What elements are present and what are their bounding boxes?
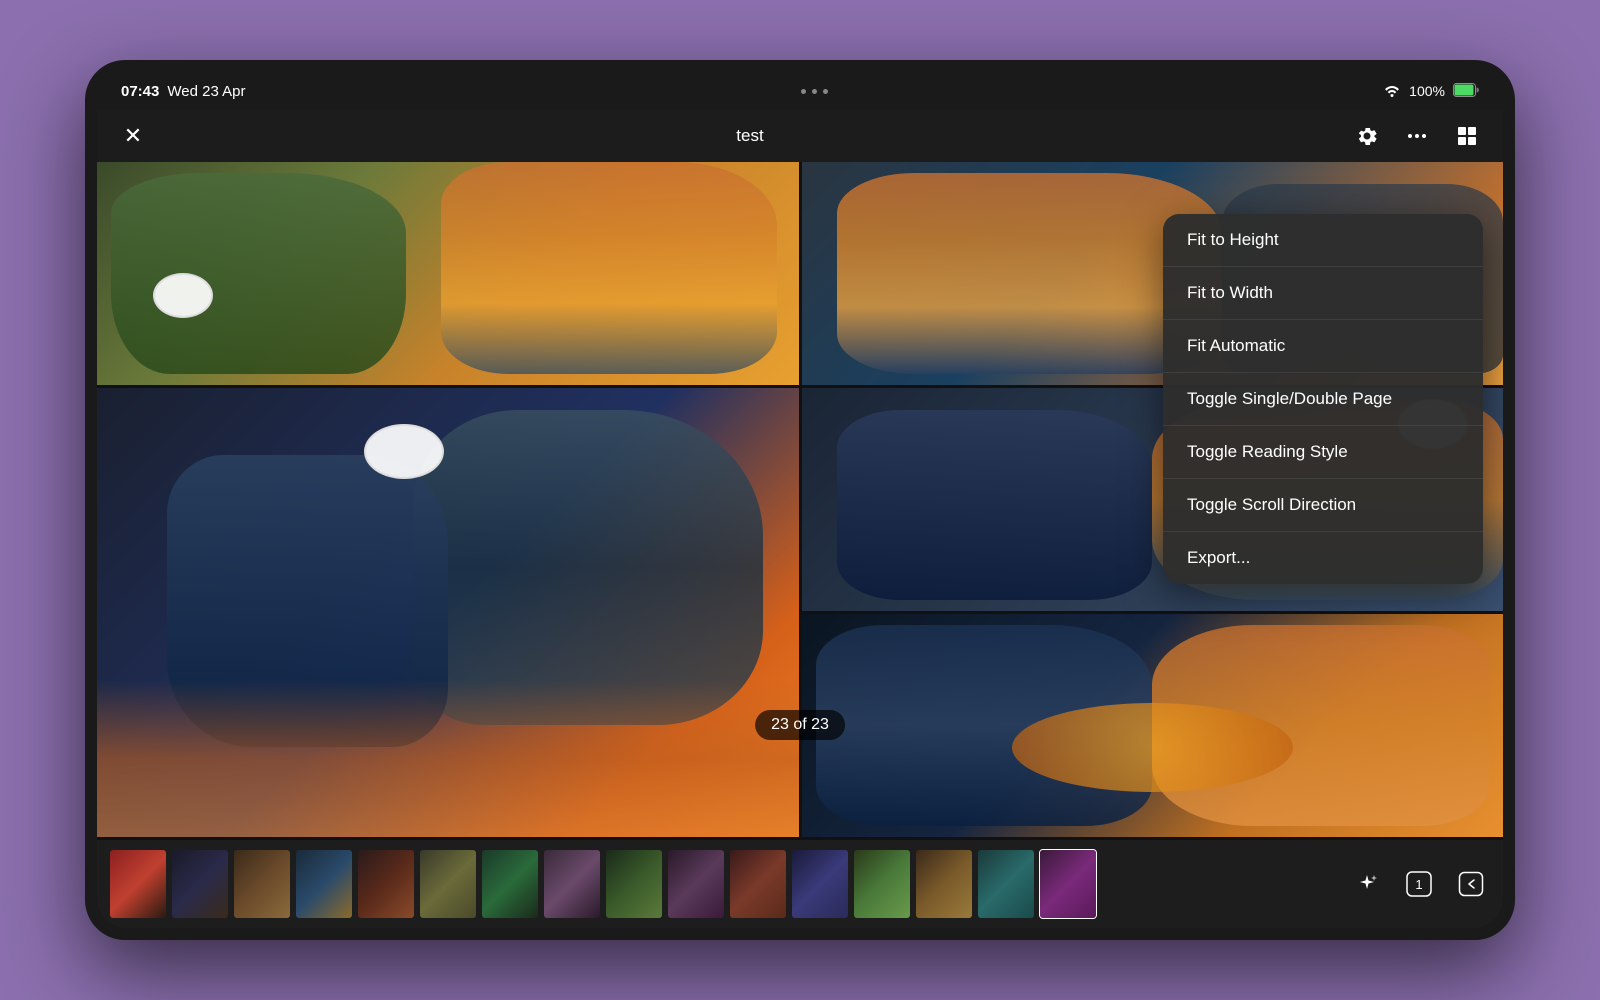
- close-button[interactable]: ✕: [117, 120, 149, 152]
- thumb-14[interactable]: [915, 849, 973, 919]
- status-right: 100%: [1383, 83, 1479, 100]
- menu-item-fit-automatic[interactable]: Fit Automatic: [1163, 320, 1483, 373]
- tablet-screen: 07:43 Wed 23 Apr 100%: [97, 72, 1503, 928]
- thumb-11[interactable]: [729, 849, 787, 919]
- thumb-6[interactable]: [419, 849, 477, 919]
- status-center-dots: [801, 89, 828, 94]
- page-indicator: 23 of 23: [755, 710, 845, 740]
- dot1: [801, 89, 806, 94]
- thumb-1[interactable]: [109, 849, 167, 919]
- app-bar-left: ✕: [117, 120, 149, 152]
- strip-right-buttons: 1: [1347, 864, 1491, 904]
- settings-button[interactable]: [1351, 120, 1383, 152]
- app-bar-right: [1351, 120, 1483, 152]
- app-title: test: [736, 126, 763, 146]
- status-date: Wed 23 Apr: [167, 83, 245, 100]
- back-button[interactable]: [1451, 864, 1491, 904]
- menu-item-fit-to-height[interactable]: Fit to Height: [1163, 214, 1483, 267]
- wifi-icon: [1383, 83, 1401, 100]
- dot2: [812, 89, 817, 94]
- thumb-12[interactable]: [791, 849, 849, 919]
- thumb-7[interactable]: [481, 849, 539, 919]
- menu-item-toggle-reading-style[interactable]: Toggle Reading Style: [1163, 426, 1483, 479]
- context-menu: Fit to Height Fit to Width Fit Automatic…: [1163, 214, 1483, 584]
- svg-text:1: 1: [1415, 877, 1422, 892]
- comic-panel-1: [97, 162, 799, 385]
- comic-panel-5: [802, 614, 1504, 837]
- status-bar: 07:43 Wed 23 Apr 100%: [97, 72, 1503, 110]
- thumbnail-strip: 1: [97, 840, 1503, 928]
- menu-item-fit-to-width[interactable]: Fit to Width: [1163, 267, 1483, 320]
- thumb-5[interactable]: [357, 849, 415, 919]
- sparkle-button[interactable]: [1347, 864, 1387, 904]
- menu-item-toggle-single-double[interactable]: Toggle Single/Double Page: [1163, 373, 1483, 426]
- status-time: 07:43: [121, 83, 159, 100]
- tablet-device: 07:43 Wed 23 Apr 100%: [85, 60, 1515, 940]
- thumb-15[interactable]: [977, 849, 1035, 919]
- battery-icon: [1453, 83, 1479, 100]
- thumb-13[interactable]: [853, 849, 911, 919]
- speech-bubble-1: [153, 273, 213, 318]
- battery-percent: 100%: [1409, 83, 1445, 99]
- thumb-8[interactable]: [543, 849, 601, 919]
- page-number-button[interactable]: 1: [1399, 864, 1439, 904]
- more-button[interactable]: [1401, 120, 1433, 152]
- dot3: [823, 89, 828, 94]
- thumb-16-active[interactable]: [1039, 849, 1097, 919]
- thumb-9[interactable]: [605, 849, 663, 919]
- thumb-10[interactable]: [667, 849, 725, 919]
- thumb-4[interactable]: [295, 849, 353, 919]
- thumb-3[interactable]: [233, 849, 291, 919]
- comic-panel-3: [97, 388, 799, 837]
- comic-content[interactable]: 23 of 23 Fit to Height Fit to Width Fit …: [97, 162, 1503, 840]
- app-bar: ✕ test: [97, 110, 1503, 162]
- menu-item-export[interactable]: Export...: [1163, 532, 1483, 584]
- status-left: 07:43 Wed 23 Apr: [121, 83, 245, 100]
- thumb-2[interactable]: [171, 849, 229, 919]
- grid-button[interactable]: [1451, 120, 1483, 152]
- menu-item-toggle-scroll-direction[interactable]: Toggle Scroll Direction: [1163, 479, 1483, 532]
- speech-bubble-3: [364, 424, 444, 479]
